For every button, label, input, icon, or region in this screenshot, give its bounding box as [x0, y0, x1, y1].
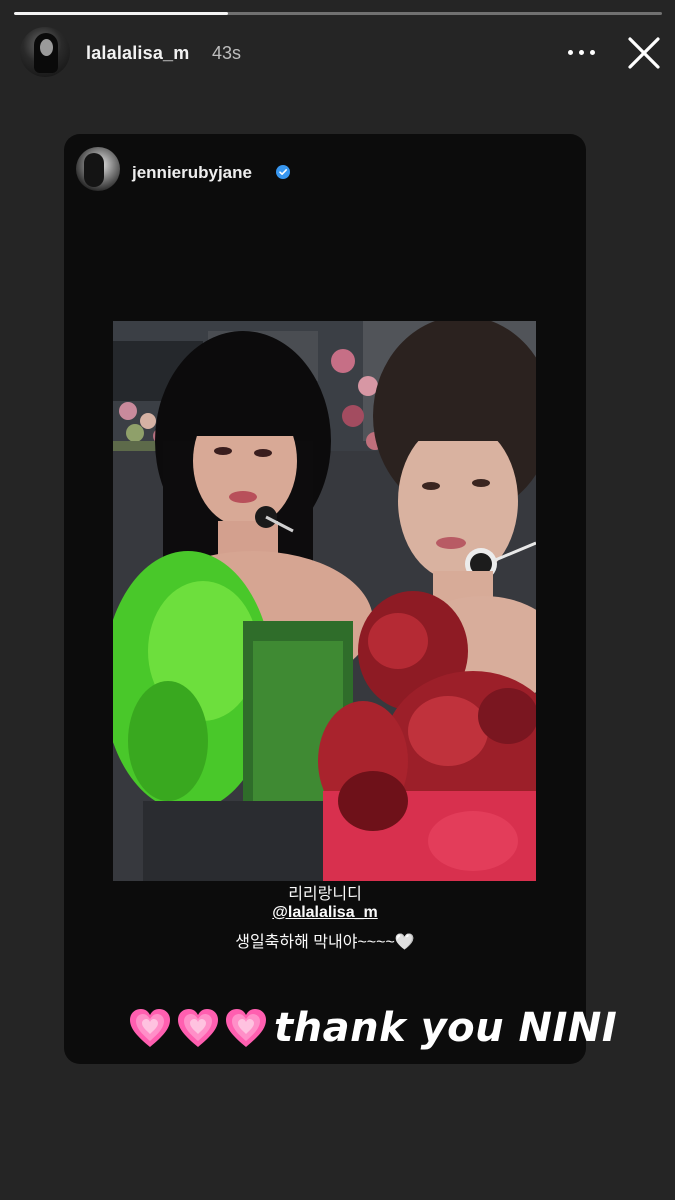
story-username[interactable]: lalalalisa_m: [86, 43, 189, 64]
story-progress-bar: [14, 12, 662, 15]
story-progress-fill: [14, 12, 228, 15]
story-timestamp: 43s: [212, 43, 242, 63]
sticker-text: thank you NINI: [274, 1005, 618, 1051]
more-dot-icon: [590, 50, 595, 55]
caption-mention-link[interactable]: @lalalalisa_m: [64, 904, 586, 922]
growing-heart-icon: [226, 1009, 266, 1047]
shared-post-card[interactable]: jennierubyjane 리리랑니디 @lalalalisa_m 생일축하해…: [64, 134, 586, 1064]
shared-post-photo[interactable]: [113, 321, 536, 881]
verified-badge-icon: [276, 165, 290, 179]
photo-illustration: [113, 321, 536, 881]
story-header: lalalalisa_m 43s: [20, 27, 665, 79]
caption-line: 생일축하해 막내야~~~~🤍: [235, 934, 415, 951]
shared-post-avatar[interactable]: [76, 147, 120, 191]
growing-heart-icon: [178, 1009, 218, 1047]
close-button[interactable]: [624, 33, 664, 73]
shared-post-username[interactable]: jennierubyjane: [132, 163, 252, 183]
more-options-button[interactable]: [568, 37, 596, 67]
avatar[interactable]: [20, 27, 70, 77]
caption-line: 리리랑니디: [288, 886, 362, 903]
growing-heart-icon: [130, 1009, 170, 1047]
close-icon: [628, 37, 660, 69]
more-dot-icon: [568, 50, 573, 55]
story-text-sticker: thank you NINI: [128, 1005, 617, 1057]
more-dot-icon: [579, 50, 584, 55]
